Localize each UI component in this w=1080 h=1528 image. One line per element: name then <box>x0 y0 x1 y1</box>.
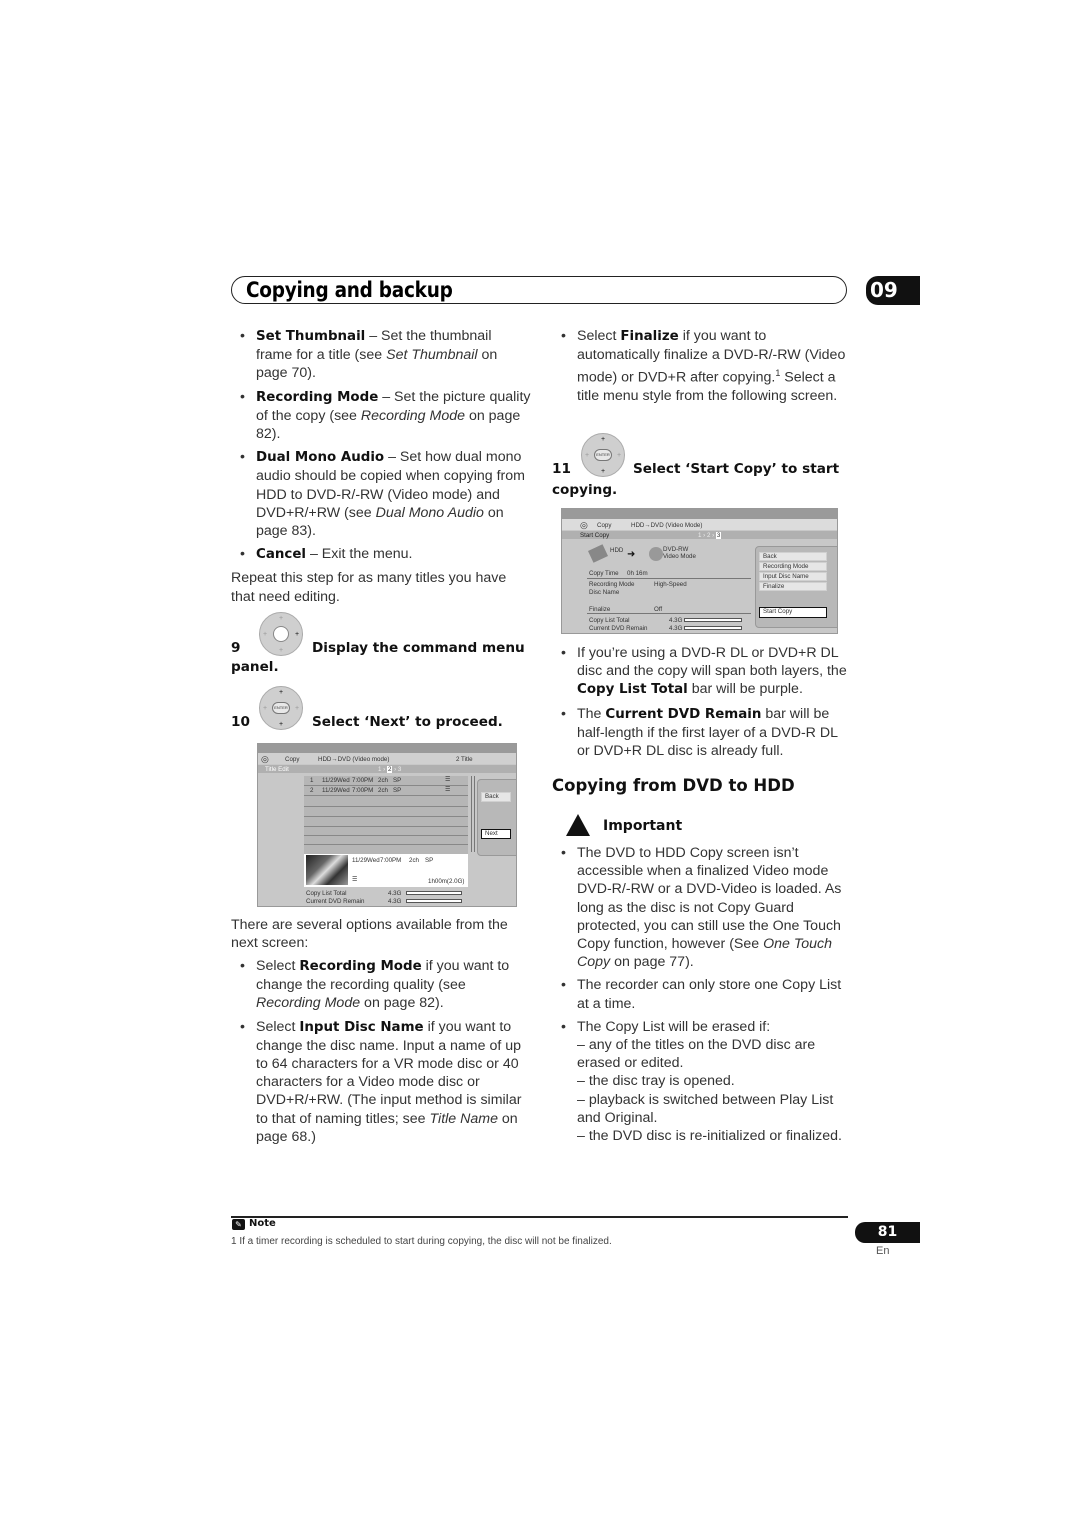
language-label: En <box>876 1245 890 1257</box>
erased-item: – the disc tray is opened. <box>577 1073 735 1090</box>
menu-icon: ☰ <box>352 876 358 883</box>
mode-label: HDD→DVD (Video mode) <box>318 756 390 763</box>
title-list: 1 11/29Wed 7:00PM 2ch SP ☰ 2 11/29Wed 7:… <box>304 776 468 854</box>
finalize-bullet: Select Finalize if you want to automatic… <box>552 327 850 411</box>
step-11-number: 11 <box>552 461 571 477</box>
bullet-not-accessible: The DVD to HDD Copy screen isn’t accessi… <box>552 844 852 971</box>
section-title: Copying from DVD to HDD <box>552 776 795 795</box>
screen-title-edit: ◎ Copy HDD→DVD (Video mode) 2 Title Titl… <box>257 743 517 907</box>
arrow-right-icon: ➜ <box>627 549 636 560</box>
back-button[interactable]: Back <box>759 552 827 561</box>
erased-item: – any of the titles on the DVD disc are … <box>577 1037 816 1072</box>
remote-dial-arrows-icon: + + + + <box>259 612 303 656</box>
chapter-number: 09 <box>866 276 920 305</box>
bullet-dl-half-length: The Current DVD Remain bar will be half-… <box>552 705 852 761</box>
important-warning-icon <box>566 814 590 836</box>
bullet-set-thumbnail: Set Thumbnail – Set the thumbnail frame … <box>231 327 531 383</box>
left-bullets-1: Set Thumbnail – Set the thumbnail frame … <box>231 327 531 606</box>
start-copy-button[interactable]: Start Copy <box>759 607 827 618</box>
disc-copy-icon: ◎ <box>261 754 269 764</box>
dvd-disc-icon <box>649 547 663 561</box>
copy-list-total-bar <box>406 891 462 895</box>
input-disc-name-button[interactable]: Input Disc Name <box>759 572 827 581</box>
disc-copy-icon: ◎ <box>580 520 588 530</box>
bullet-cancel: Cancel – Exit the menu. <box>231 545 531 564</box>
step-11-text: Select ‘Start Copy’ to start <box>633 461 840 477</box>
mode-label: HDD→DVD (Video Mode) <box>631 522 703 529</box>
remote-dial-enter-icon: ENTER + + + + <box>259 686 303 730</box>
page-number: 81 <box>855 1222 920 1243</box>
scrollbar[interactable] <box>471 776 475 852</box>
repeat-text: Repeat this step for as many titles you … <box>231 570 507 605</box>
menu-icon: ☰ <box>445 786 451 793</box>
bullet-one-copy-list: The recorder can only store one Copy Lis… <box>552 976 852 1012</box>
thumbnail-image <box>306 855 348 885</box>
note-label: Note <box>249 1218 276 1229</box>
step-9-text: Display the command menu <box>312 640 525 656</box>
section-label: Title Edit <box>265 766 289 773</box>
menu-icon: ☰ <box>445 776 451 783</box>
erased-item: – playback is switched between Play List… <box>577 1091 834 1126</box>
list-item[interactable]: 2 11/29Wed 7:00PM 2ch SP ☰ <box>304 786 468 796</box>
bullet-erased-conditions: The Copy List will be erased if: – any o… <box>552 1018 852 1145</box>
list-item[interactable]: 1 11/29Wed 7:00PM 2ch SP ☰ <box>304 776 468 786</box>
recording-mode-button[interactable]: Recording Mode <box>759 562 827 571</box>
step-9-cont: panel. <box>231 659 279 675</box>
bullet-dual-mono-audio: Dual Mono Audio – Set how dual mono audi… <box>231 448 531 540</box>
step-10-number: 10 <box>231 714 250 730</box>
command-panel: Back Next <box>477 779 516 856</box>
menu-label: Copy <box>285 756 300 763</box>
footnote-text: 1 If a timer recording is scheduled to s… <box>231 1236 612 1247</box>
bullet-dl-purple: If you’re using a DVD-R DL or DVD+R DL d… <box>552 644 852 700</box>
bullet-recording-mode: Recording Mode – Set the picture quality… <box>231 388 531 444</box>
erased-item: – the DVD disc is re-initialized or fina… <box>577 1128 842 1145</box>
bullet-select-input-disc-name: Select Input Disc Name if you want to ch… <box>231 1018 531 1146</box>
options-intro: There are several options available from… <box>231 917 508 952</box>
copy-list-total-bar <box>684 618 742 622</box>
dl-bullets: If you’re using a DVD-R DL or DVD+R DL d… <box>552 644 852 765</box>
step-9-number: 9 <box>231 640 241 656</box>
bullet-select-recording-mode: Select Recording Mode if you want to cha… <box>231 957 531 1013</box>
command-panel: Back Recording Mode Input Disc Name Fina… <box>755 546 837 628</box>
section-label: Start Copy <box>580 532 610 539</box>
preview-panel: 11/29Wed 7:00PM 2ch SP ☰ 1h00m(2.0G) <box>304 854 468 887</box>
important-bullets: The DVD to HDD Copy screen isn’t accessi… <box>552 844 852 1150</box>
step-11-cont: copying. <box>552 482 618 498</box>
current-remain-bar <box>684 626 742 630</box>
title-count: 2 Title <box>456 756 473 763</box>
finalize-button[interactable]: Finalize <box>759 582 827 591</box>
hdd-icon <box>588 544 608 563</box>
step-indicator: 1 › 2 › 3 <box>378 766 402 773</box>
pencil-note-icon: ✎ <box>232 1219 245 1230</box>
step-indicator: 1 › 2 › 3 <box>698 532 722 539</box>
left-bullets-2: Select Recording Mode if you want to cha… <box>231 957 531 1151</box>
back-button[interactable]: Back <box>481 792 511 802</box>
footer-rule <box>231 1216 848 1218</box>
current-remain-bar <box>406 899 462 903</box>
chapter-title: Copying and backup <box>246 278 453 302</box>
next-button[interactable]: Next <box>481 829 511 839</box>
screen-start-copy: ◎ Copy HDD→DVD (Video Mode) Start Copy 1… <box>561 508 838 634</box>
menu-label: Copy <box>597 522 612 529</box>
remote-dial-enter-icon: ENTER + + + + <box>581 433 625 477</box>
step-10-text: Select ‘Next’ to proceed. <box>312 714 503 730</box>
important-label: Important <box>603 818 683 834</box>
